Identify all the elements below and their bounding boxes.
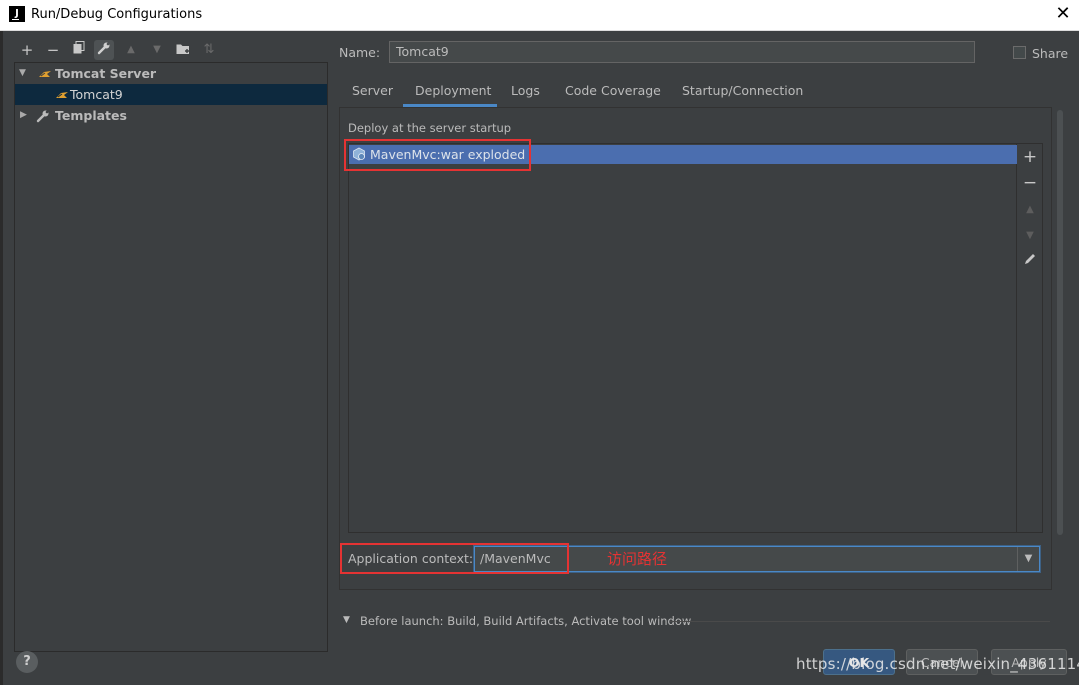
sort-button[interactable]: ⇅ [199, 40, 219, 60]
annotation-text: 访问路径 [607, 550, 668, 568]
annotation-box-context [340, 543, 569, 574]
tree-label-templates: Templates [55, 108, 127, 123]
artifact-list [348, 143, 1017, 533]
artifact-side-toolbar [1017, 143, 1043, 533]
tree-label-tomcat-server: Tomcat Server [55, 66, 157, 81]
configuration-tree: ▼ Tomcat Server Tomcat9 ▶ Templates [14, 62, 328, 652]
tab-server[interactable]: Server [352, 83, 393, 98]
close-icon[interactable]: ✕ [1052, 3, 1074, 25]
copy-icon [73, 41, 85, 54]
wrench-icon [97, 42, 110, 55]
tab-code-coverage[interactable]: Code Coverage [565, 83, 661, 98]
before-launch-label[interactable]: Before launch: Build, Build Artifacts, A… [360, 614, 691, 628]
collapse-arrow-icon[interactable]: ▶ [20, 105, 27, 126]
left-edge [0, 31, 3, 685]
name-input[interactable]: Tomcat9 [389, 41, 975, 63]
tab-logs[interactable]: Logs [511, 83, 540, 98]
vertical-scrollbar[interactable] [1057, 110, 1063, 535]
tree-item-tomcat9[interactable]: Tomcat9 [15, 84, 327, 105]
share-label: Share [1032, 46, 1069, 61]
tab-startup-connection[interactable]: Startup/Connection [682, 83, 803, 98]
app-icon: J [9, 6, 25, 22]
edit-defaults-button[interactable] [94, 40, 114, 60]
help-button[interactable]: ? [16, 651, 38, 673]
chevron-down-icon[interactable]: ▼ [1017, 547, 1039, 571]
tomcat-icon [39, 71, 51, 77]
add-artifact-button[interactable]: + [1017, 147, 1043, 167]
wrench-icon [36, 110, 49, 123]
move-artifact-down-button[interactable]: ▼ [1017, 230, 1043, 241]
window-title: Run/Debug Configurations [31, 7, 203, 22]
remove-configuration-button[interactable]: − [43, 40, 63, 60]
tree-label-tomcat9: Tomcat9 [70, 87, 123, 102]
pencil-icon [1025, 254, 1035, 264]
move-up-button[interactable]: ▲ [121, 40, 141, 60]
folder-icon [176, 44, 189, 54]
tree-item-templates[interactable]: ▶ Templates [15, 105, 327, 126]
remove-artifact-button[interactable]: − [1017, 173, 1043, 193]
edit-artifact-button[interactable] [1017, 252, 1043, 270]
expand-arrow-icon[interactable]: ▼ [19, 63, 26, 84]
tomcat-icon [56, 92, 68, 98]
annotation-box-artifact [344, 139, 531, 171]
share-checkbox[interactable] [1013, 46, 1026, 59]
copy-configuration-button[interactable] [69, 40, 89, 60]
new-folder-button[interactable] [173, 40, 193, 60]
before-launch-divider [670, 621, 1050, 622]
watermark-text: https://blog.csdn.net/weixin_43611145 [796, 655, 1079, 673]
tree-item-tomcat-server[interactable]: ▼ Tomcat Server [15, 63, 327, 84]
deploy-group-label: Deploy at the server startup [348, 121, 512, 135]
before-launch-arrow-icon[interactable]: ▼ [343, 615, 350, 625]
add-configuration-button[interactable]: + [17, 40, 37, 60]
tab-deployment[interactable]: Deployment [415, 83, 491, 98]
move-artifact-up-button[interactable]: ▲ [1017, 204, 1043, 215]
name-label: Name: [339, 45, 381, 60]
move-down-button[interactable]: ▼ [147, 40, 167, 60]
